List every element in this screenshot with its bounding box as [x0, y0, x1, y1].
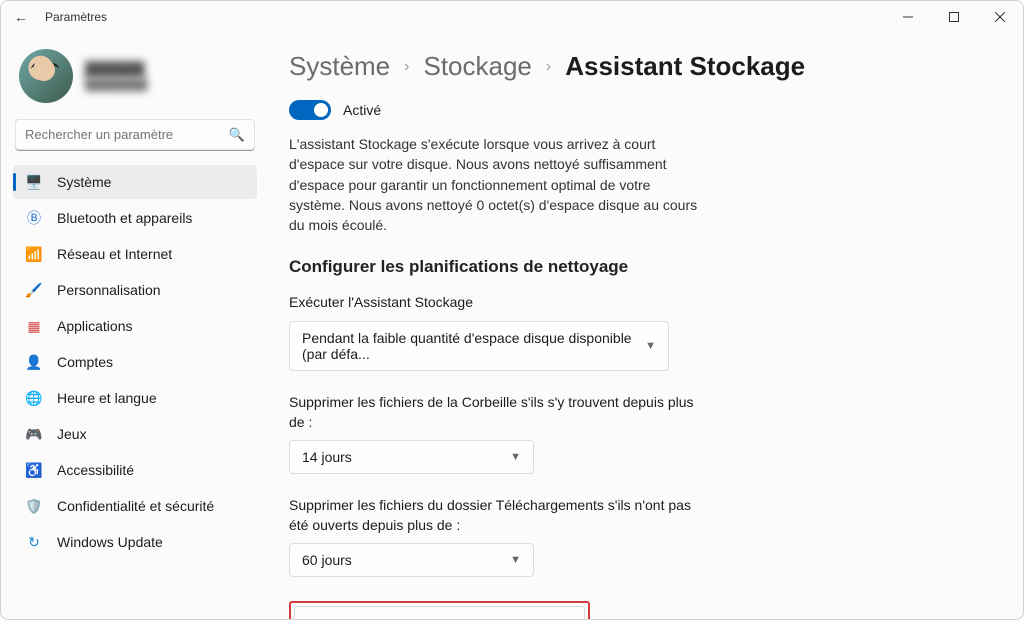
sidebar: ██████ ████████ 🔍 🖥️ Système Ⓑ Bluetooth… — [1, 33, 269, 619]
breadcrumb-storage[interactable]: Stockage — [423, 51, 531, 82]
back-button[interactable]: ← — [9, 9, 33, 25]
close-button[interactable] — [977, 1, 1023, 33]
search-input[interactable] — [15, 119, 255, 151]
wifi-icon: 📶 — [25, 245, 43, 263]
sidebar-item-privacy[interactable]: 🛡️ Confidentialité et sécurité — [13, 489, 257, 523]
chevron-down-icon: ▼ — [645, 340, 656, 352]
user-name: ██████ — [85, 61, 147, 77]
recycle-bin-select[interactable]: 14 jours ▼ — [289, 440, 534, 474]
settings-window: ← Paramètres ██████ ████████ — [0, 0, 1024, 620]
chevron-right-icon: › — [546, 58, 551, 76]
run-frequency-label: Exécuter l'Assistant Stockage — [289, 293, 704, 313]
sidebar-item-bluetooth[interactable]: Ⓑ Bluetooth et appareils — [13, 201, 257, 235]
sidebar-item-gaming[interactable]: 🎮 Jeux — [13, 417, 257, 451]
button-label: Exécuter l'Assistant Stockage maintenant — [311, 616, 568, 619]
bluetooth-icon: Ⓑ — [25, 209, 43, 227]
user-block[interactable]: ██████ ████████ — [13, 43, 257, 117]
breadcrumb: Système › Stockage › Assistant Stockage — [289, 51, 995, 82]
sidebar-item-label: Heure et langue — [57, 390, 157, 406]
downloads-label: Supprimer les fichiers du dossier Téléch… — [289, 496, 704, 535]
storage-sense-toggle[interactable] — [289, 100, 331, 120]
globe-icon: 🌐 — [25, 389, 43, 407]
downloads-select[interactable]: 60 jours ▼ — [289, 543, 534, 577]
gamepad-icon: 🎮 — [25, 425, 43, 443]
sidebar-item-apps[interactable]: ▦ Applications — [13, 309, 257, 343]
sidebar-item-personalization[interactable]: 🖌️ Personnalisation — [13, 273, 257, 307]
select-value: 60 jours — [302, 552, 352, 568]
toggle-state-label: Activé — [343, 102, 381, 118]
sidebar-item-label: Confidentialité et sécurité — [57, 498, 214, 514]
brush-icon: 🖌️ — [25, 281, 43, 299]
maximize-button[interactable] — [931, 1, 977, 33]
chevron-right-icon: › — [404, 58, 409, 76]
sidebar-item-label: Jeux — [57, 426, 87, 442]
update-icon: ↻ — [25, 533, 43, 551]
accessibility-icon: ♿ — [25, 461, 43, 479]
person-icon: 👤 — [25, 353, 43, 371]
avatar — [19, 49, 73, 103]
sidebar-item-label: Système — [57, 174, 111, 190]
search-icon: 🔍 — [229, 127, 245, 143]
sidebar-item-label: Réseau et Internet — [57, 246, 172, 262]
chevron-down-icon: ▼ — [510, 451, 521, 463]
description-text: L'assistant Stockage s'exécute lorsque v… — [289, 134, 709, 235]
window-title: Paramètres — [45, 10, 107, 24]
main-content: Système › Stockage › Assistant Stockage … — [269, 33, 1023, 619]
sidebar-item-time-lang[interactable]: 🌐 Heure et langue — [13, 381, 257, 415]
close-icon — [995, 12, 1005, 22]
sidebar-item-label: Accessibilité — [57, 462, 134, 478]
sidebar-item-accessibility[interactable]: ♿ Accessibilité — [13, 453, 257, 487]
sidebar-item-label: Applications — [57, 318, 133, 334]
sidebar-item-label: Windows Update — [57, 534, 163, 550]
sidebar-item-label: Personnalisation — [57, 282, 161, 298]
sidebar-item-update[interactable]: ↻ Windows Update — [13, 525, 257, 559]
breadcrumb-current: Assistant Stockage — [565, 51, 805, 82]
titlebar: ← Paramètres — [1, 1, 1023, 33]
sidebar-item-system[interactable]: 🖥️ Système — [13, 165, 257, 199]
apps-icon: ▦ — [25, 317, 43, 335]
sidebar-item-label: Bluetooth et appareils — [57, 210, 192, 226]
sidebar-item-network[interactable]: 📶 Réseau et Internet — [13, 237, 257, 271]
sidebar-item-label: Comptes — [57, 354, 113, 370]
display-icon: 🖥️ — [25, 173, 43, 191]
recycle-bin-label: Supprimer les fichiers de la Corbeille s… — [289, 393, 704, 432]
nav: 🖥️ Système Ⓑ Bluetooth et appareils 📶 Ré… — [13, 165, 257, 559]
select-value: Pendant la faible quantité d'espace disq… — [302, 330, 645, 362]
chevron-down-icon: ▼ — [510, 554, 521, 566]
maximize-icon — [949, 12, 959, 22]
configure-heading: Configurer les planifications de nettoya… — [289, 257, 995, 277]
highlight-annotation: Exécuter l'Assistant Stockage maintenant — [289, 601, 590, 619]
select-value: 14 jours — [302, 449, 352, 465]
user-email: ████████ — [85, 79, 147, 91]
run-frequency-select[interactable]: Pendant la faible quantité d'espace disq… — [289, 321, 669, 371]
shield-icon: 🛡️ — [25, 497, 43, 515]
run-storage-sense-now-button[interactable]: Exécuter l'Assistant Stockage maintenant — [294, 606, 585, 619]
sidebar-item-accounts[interactable]: 👤 Comptes — [13, 345, 257, 379]
minimize-icon — [903, 12, 913, 22]
minimize-button[interactable] — [885, 1, 931, 33]
breadcrumb-system[interactable]: Système — [289, 51, 390, 82]
